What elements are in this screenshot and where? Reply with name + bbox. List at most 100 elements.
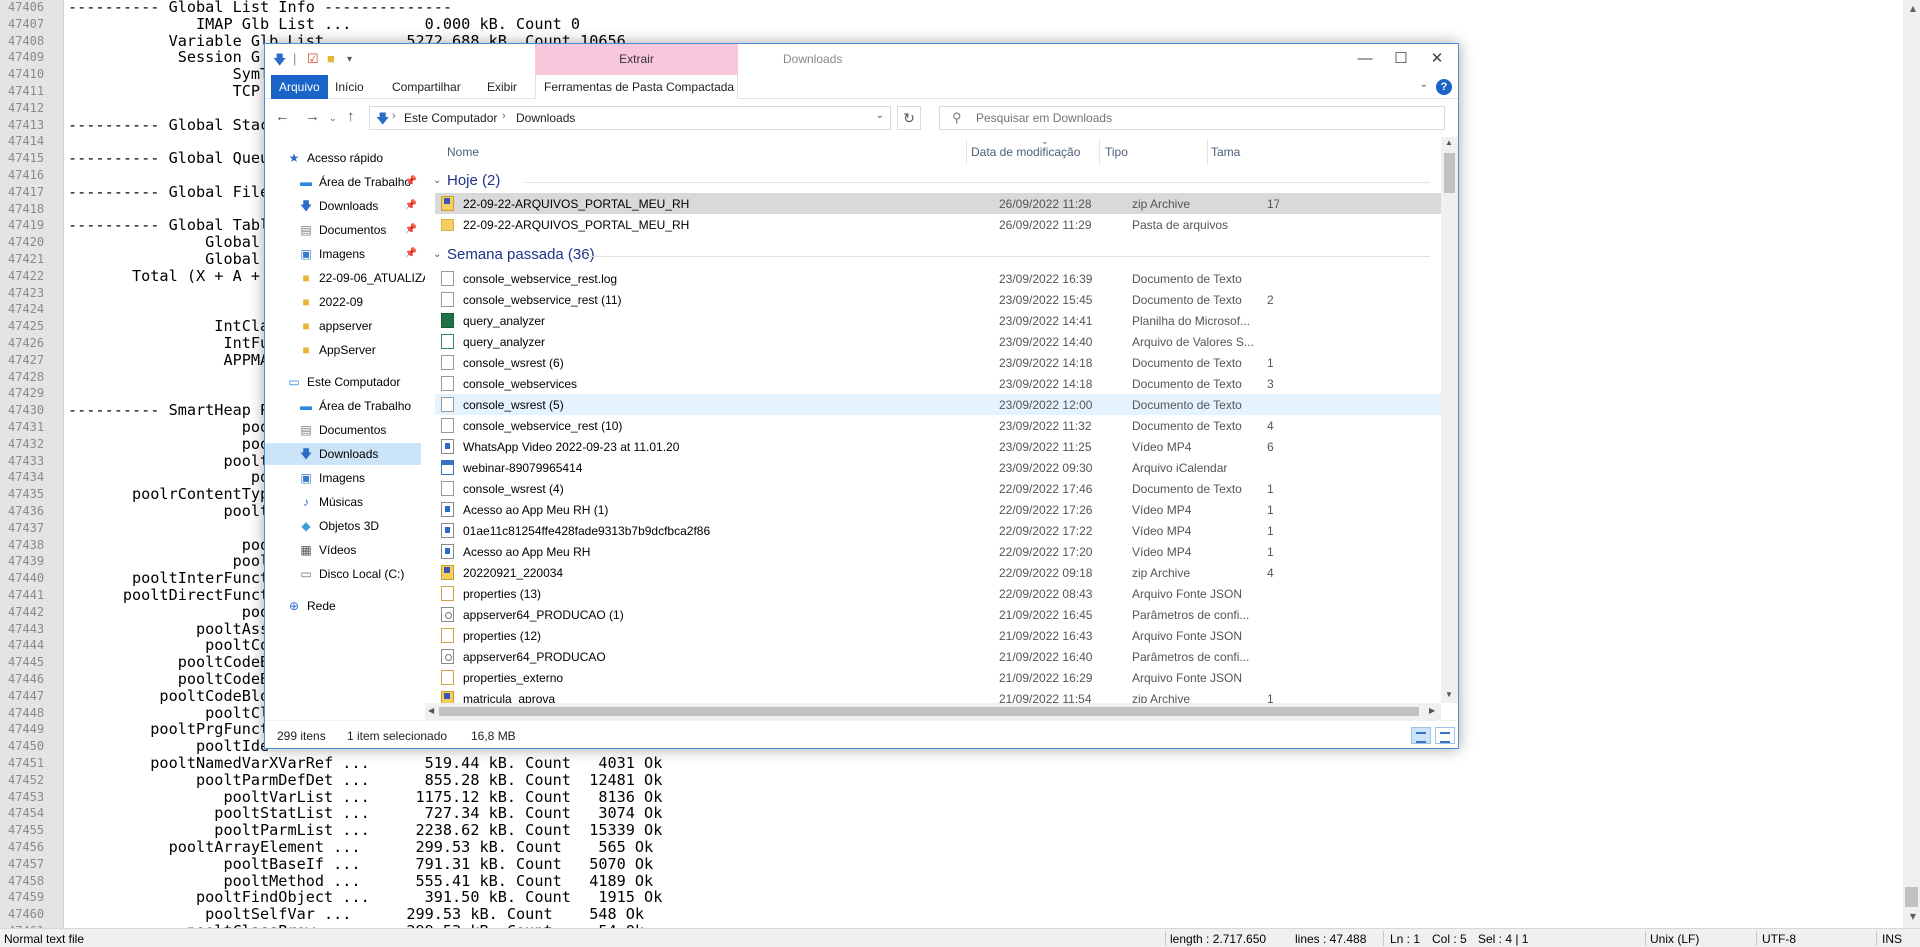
- nav-pc-images[interactable]: ▣ Imagens: [265, 467, 421, 489]
- nav-qa-downloads[interactable]: 🡇 Downloads 📌: [265, 195, 421, 217]
- search-box[interactable]: ⚲: [939, 106, 1445, 130]
- forward-arrow-icon[interactable]: →: [305, 108, 320, 125]
- column-header-size[interactable]: Tamanho: [1211, 145, 1241, 159]
- recent-locations-chevron-icon[interactable]: ⌄: [329, 113, 337, 124]
- code-line[interactable]: p: [68, 519, 278, 537]
- breadcrumb-this-pc[interactable]: Este Computador: [404, 111, 497, 125]
- column-divider[interactable]: [966, 139, 967, 165]
- properties-icon[interactable]: ☑: [307, 51, 319, 67]
- scroll-up-icon[interactable]: ▲: [1910, 4, 1916, 13]
- refresh-icon[interactable]: ↻: [897, 106, 921, 130]
- nav-qa-documents[interactable]: ▤ Documentos 📌: [265, 219, 421, 241]
- details-view-button[interactable]: [1411, 727, 1431, 744]
- collapse-chevron-icon[interactable]: ⌄: [433, 175, 441, 186]
- scroll-left-icon[interactable]: ◀: [428, 706, 434, 715]
- file-explorer-window[interactable]: 🡇 | ☑ ■ ▾ Extrair Downloads — ☐ ✕ Arquiv…: [264, 43, 1459, 749]
- code-line[interactable]: pooltParmList ... 2238.62 kB. Count 1533…: [68, 822, 662, 839]
- tab-exibir[interactable]: Exibir: [479, 75, 525, 99]
- nav-quick-access[interactable]: ★ Acesso rápido: [265, 147, 421, 169]
- file-row[interactable]: WhatsApp Video 2022-09-23 at 11.01.20 23/…: [435, 436, 1445, 457]
- nav-pc-documents[interactable]: ▤ Documentos: [265, 419, 421, 441]
- code-line[interactable]: Global: [68, 234, 260, 251]
- code-line[interactable]: ---------- Global Queu: [68, 150, 269, 167]
- file-list-horizontal-scrollbar[interactable]: ◀ ▶: [425, 703, 1441, 720]
- scroll-down-icon[interactable]: ▼: [1910, 912, 1916, 921]
- file-row[interactable]: console_wsrest (5) 23/09/2022 12:00 Docume…: [435, 394, 1445, 415]
- file-row[interactable]: Acesso ao App Meu RH 22/09/2022 17:20 Víde…: [435, 541, 1445, 562]
- editor-scroll-thumb[interactable]: [1905, 887, 1918, 907]
- group-last-week[interactable]: ⌄ Semana passada (36): [425, 245, 1430, 267]
- pin-icon[interactable]: 📌: [405, 248, 417, 259]
- collapse-chevron-icon[interactable]: ⌄: [433, 249, 441, 260]
- code-line[interactable]: pooltFindObject ... 391.50 kB. Count 191…: [68, 889, 662, 906]
- file-row[interactable]: console_wsrest (4) 22/09/2022 17:46 Docume…: [435, 478, 1445, 499]
- tab-compressed-folder-tools[interactable]: Ferramentas de Pasta Compactada: [535, 75, 738, 99]
- file-row[interactable]: 01ae11c81254ffe428fade9313b7b9dcfbca2f86…: [435, 520, 1445, 541]
- code-line[interactable]: IntCla: [68, 318, 269, 335]
- file-row[interactable]: query_analyzer 23/09/2022 14:40 Arquivo de…: [435, 331, 1445, 352]
- file-row[interactable]: query_analyzer 23/09/2022 14:41 Planilha d…: [435, 310, 1445, 331]
- nav-qa-desktop[interactable]: ▬ Área de Trabalho 📌: [265, 171, 421, 193]
- qat-customize-chevron-icon[interactable]: ▾: [347, 54, 352, 65]
- code-line[interactable]: pool: [68, 603, 279, 621]
- file-row[interactable]: Acesso ao App Meu RH (1) 22/09/2022 17:26…: [435, 499, 1445, 520]
- file-row[interactable]: console_wsrest (6) 23/09/2022 14:18 Docume…: [435, 352, 1445, 373]
- maximize-icon[interactable]: ☐: [1384, 48, 1418, 70]
- file-list[interactable]: Nome ⌄ Data de modificação Tipo Tamanho …: [425, 137, 1458, 720]
- column-header-name[interactable]: Nome: [447, 145, 479, 159]
- column-header-type[interactable]: Tipo: [1105, 145, 1128, 159]
- nav-qa-images[interactable]: ▣ Imagens 📌: [265, 243, 421, 265]
- code-line[interactable]: pooltSelfVar ... 299.53 kB. Count 548 Ok: [68, 906, 644, 923]
- file-row[interactable]: console_webservice_rest.log 23/09/2022 16…: [435, 268, 1445, 289]
- scroll-right-icon[interactable]: ▶: [1429, 706, 1435, 715]
- file-row[interactable]: webinar-89079965414 23/09/2022 09:30 Arqui…: [435, 457, 1445, 478]
- help-icon[interactable]: ?: [1436, 79, 1452, 95]
- code-line[interactable]: pooltMethod ... 555.41 kB. Count 4189 Ok: [68, 872, 653, 890]
- nav-this-pc[interactable]: ▭ Este Computador: [265, 371, 421, 393]
- code-line[interactable]: poolt: [68, 553, 279, 570]
- code-line[interactable]: pool: [68, 435, 279, 453]
- code-line[interactable]: ---------- Global File: [68, 183, 269, 201]
- code-line[interactable]: ---------- Global Tabl: [68, 217, 269, 234]
- nav-pc-local-disk[interactable]: ▭ Disco Local (C:): [265, 563, 421, 585]
- code-line[interactable]: APPMA: [68, 351, 269, 369]
- code-line[interactable]: ---------- Global Stac: [68, 116, 269, 134]
- code-line[interactable]: pooltInterFunct: [68, 570, 269, 587]
- file-row[interactable]: console_webservice_rest (11) 23/09/2022 1…: [435, 289, 1445, 310]
- file-list-vertical-scrollbar[interactable]: ▲ ▼: [1441, 137, 1458, 703]
- tab-compartilhar[interactable]: Compartilhar: [384, 75, 469, 99]
- new-folder-icon[interactable]: ■: [327, 51, 335, 66]
- tab-arquivo[interactable]: Arquivo: [271, 75, 328, 99]
- extract-context-tab[interactable]: Extrair: [535, 44, 738, 75]
- code-line[interactable]: pooltN: [68, 503, 278, 520]
- code-line[interactable]: pooltBaseIf ... 791.31 kB. Count 5070 Ok: [68, 855, 653, 873]
- nav-pc-music[interactable]: ♪ Músicas: [265, 491, 421, 513]
- code-line[interactable]: pool: [68, 419, 279, 436]
- file-row[interactable]: 22-09-22-ARQUIVOS_PORTAL_MEU_RH 26/09/202…: [435, 214, 1445, 235]
- back-arrow-icon[interactable]: ←: [275, 108, 290, 125]
- scroll-down-icon[interactable]: ▼: [1445, 690, 1453, 699]
- address-dropdown-chevron-icon[interactable]: ⌄: [876, 110, 884, 121]
- code-line[interactable]: H: [68, 301, 278, 318]
- file-row[interactable]: console_webservices 23/09/2022 14:18 Docum…: [435, 373, 1445, 394]
- pin-icon[interactable]: 📌: [405, 224, 417, 235]
- code-line[interactable]: ---------- Global List Info ------------…: [68, 0, 452, 16]
- search-input[interactable]: [976, 109, 1436, 127]
- code-line[interactable]: pooltParmDefDet ... 855.28 kB. Count 124…: [68, 771, 662, 789]
- nav-pc-desktop[interactable]: ▬ Área de Trabalho: [265, 395, 421, 417]
- breadcrumb-downloads[interactable]: Downloads: [516, 111, 575, 125]
- column-divider[interactable]: [1207, 139, 1208, 165]
- nav-pc-videos[interactable]: ▦ Vídeos: [265, 539, 421, 561]
- file-row[interactable]: properties_externo 21/09/2022 16:29 Arquiv…: [435, 667, 1445, 688]
- code-line[interactable]: pooltCl: [68, 704, 269, 722]
- file-list-vscroll-thumb[interactable]: [1444, 153, 1455, 193]
- file-row[interactable]: 22-09-22-ARQUIVOS_PORTAL_MEU_RH 26/09/202…: [435, 193, 1445, 214]
- code-line[interactable]: Session G: [68, 49, 260, 66]
- code-line[interactable]: pooltIde: [68, 738, 269, 755]
- scroll-up-icon[interactable]: ▲: [1445, 138, 1453, 147]
- file-row[interactable]: appserver64_PRODUCAO 21/09/2022 16:40 Parâ…: [435, 646, 1445, 667]
- pin-icon[interactable]: 📌: [405, 200, 417, 211]
- code-line[interactable]: pooltNamedVarXVarRef ... 519.44 kB. Coun…: [68, 755, 662, 772]
- code-line[interactable]: pooltCodeBlo: [68, 687, 269, 705]
- code-line[interactable]: ---------- SmartHeap P: [68, 402, 269, 419]
